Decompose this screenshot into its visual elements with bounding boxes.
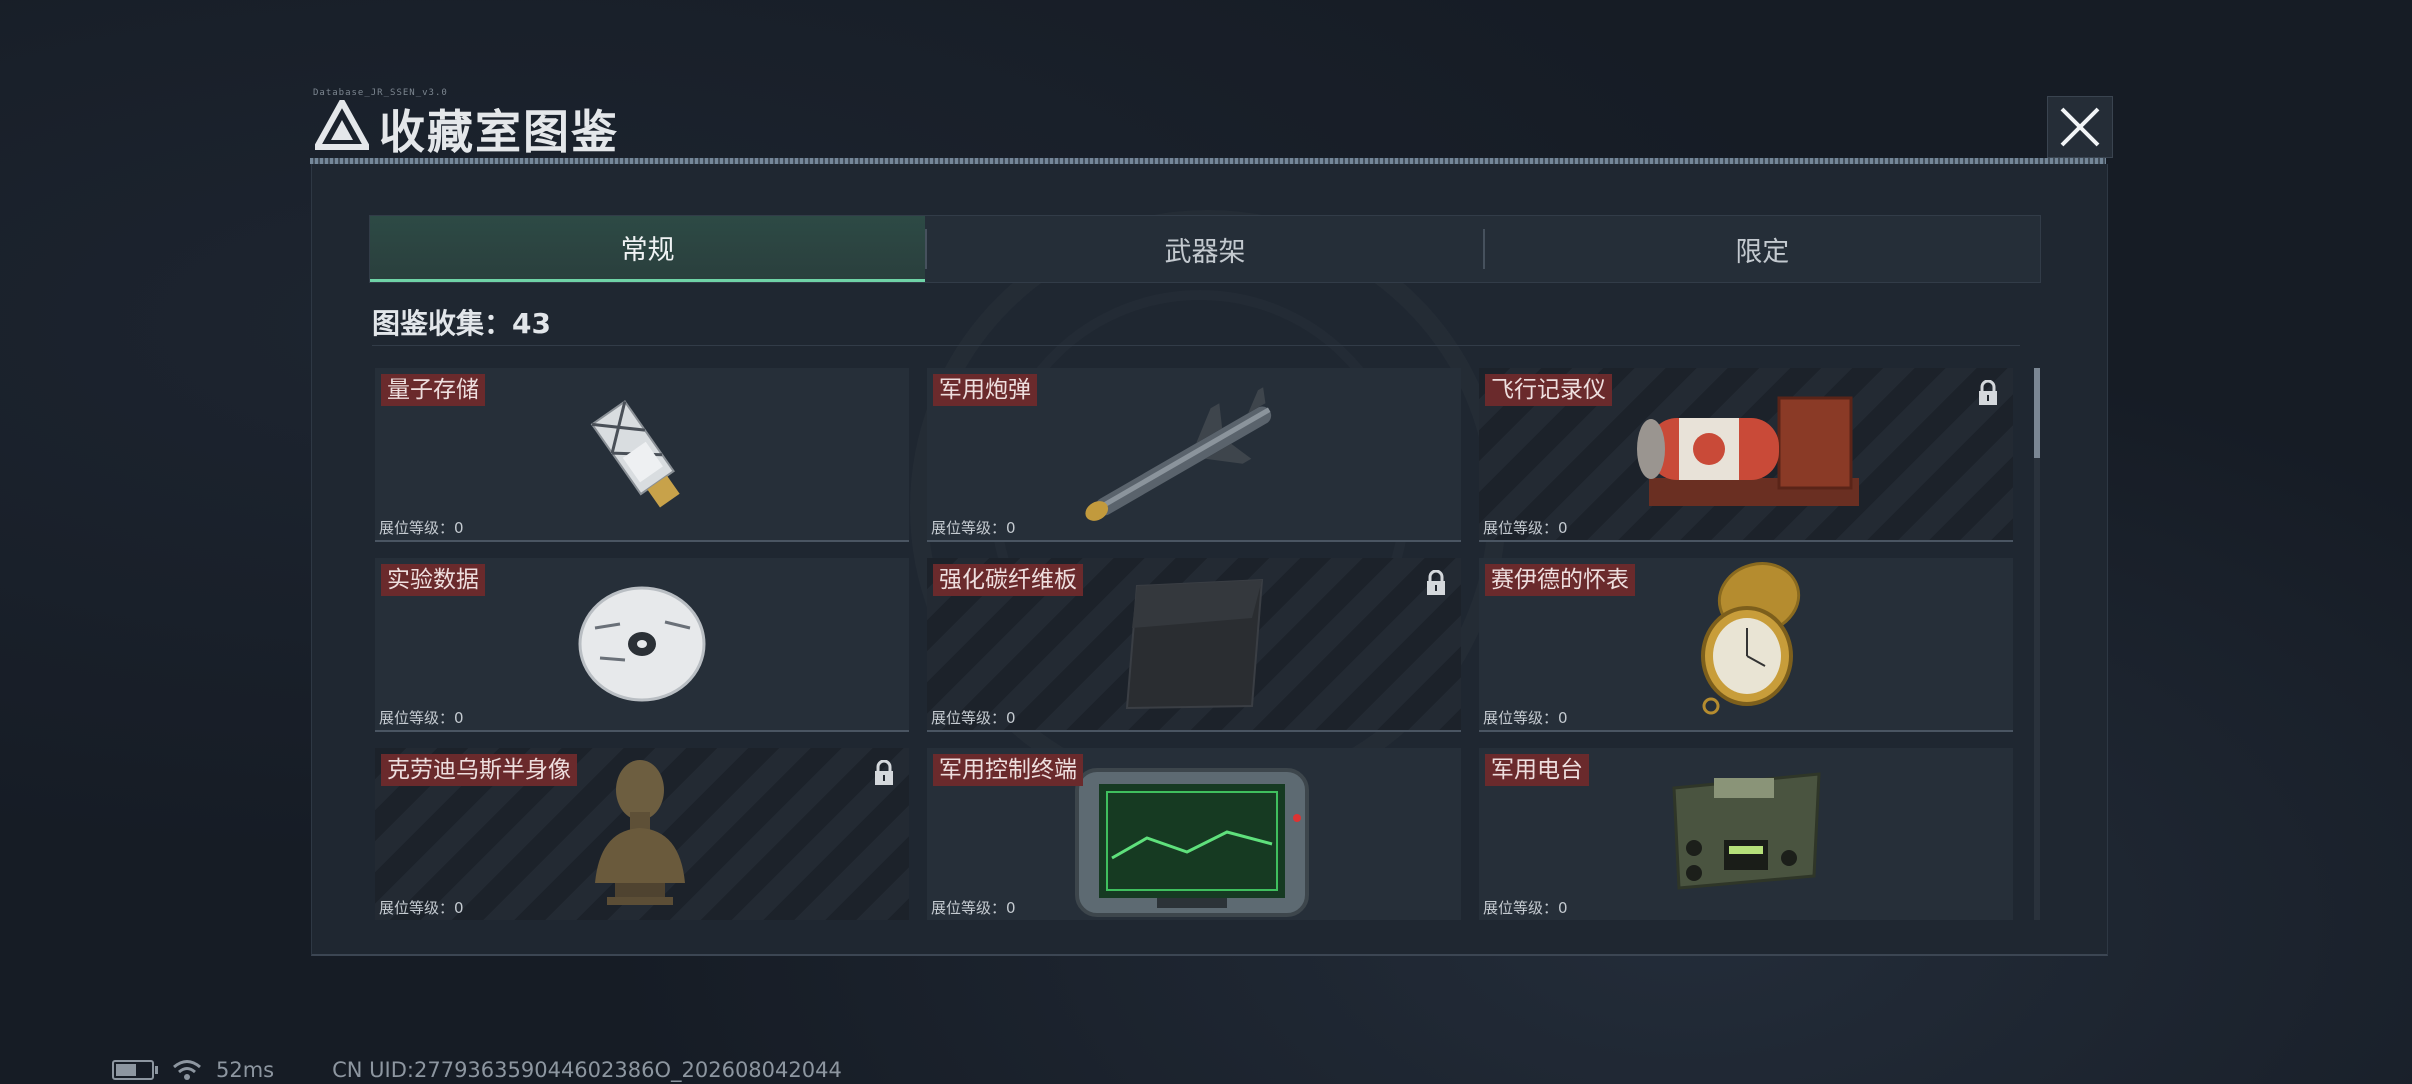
item-name: 军用电台	[1485, 754, 1589, 786]
page-title: 收藏室图鉴	[379, 105, 619, 159]
item-name: 赛伊德的怀表	[1485, 564, 1635, 596]
tab-limited[interactable]: 限定	[1485, 216, 2040, 282]
tab-bar: 常规 武器架 限定	[369, 215, 2041, 283]
grid-scrollbar[interactable]	[2034, 368, 2040, 920]
item-name: 军用炮弹	[933, 374, 1037, 406]
item-level: 展位等级：0	[379, 899, 464, 917]
tab-regular[interactable]: 常规	[370, 216, 926, 282]
item-name: 量子存储	[381, 374, 485, 406]
item-level: 展位等级：0	[1483, 709, 1568, 727]
wifi-icon	[173, 1060, 201, 1080]
uid-text: CN UID:277936359044602386O_202608042044	[332, 1058, 842, 1082]
item-name: 实验数据	[381, 564, 485, 596]
lock-icon	[1427, 570, 1445, 595]
logo-icon	[315, 100, 369, 150]
item-name: 军用控制终端	[933, 754, 1083, 786]
scroll-thumb[interactable]	[2034, 368, 2040, 458]
item-card-carbon-plate[interactable]: 强化碳纤维板 展位等级：0	[927, 558, 1461, 732]
item-card-flight-recorder[interactable]: 飞行记录仪 展位等级：0	[1479, 368, 2013, 542]
item-level: 展位等级：0	[379, 709, 464, 727]
item-level: 展位等级：0	[931, 519, 1016, 537]
close-button[interactable]	[2047, 96, 2113, 158]
item-level: 展位等级：0	[931, 709, 1016, 727]
item-level: 展位等级：0	[931, 899, 1016, 917]
lock-icon	[1979, 380, 1997, 405]
item-card-control-terminal[interactable]: 军用控制终端 展位等级：0	[927, 748, 1461, 920]
item-name: 飞行记录仪	[1485, 374, 1612, 406]
item-card-pocket-watch[interactable]: 赛伊德的怀表 展位等级：0	[1479, 558, 2013, 732]
lock-icon	[875, 760, 893, 785]
close-icon	[2060, 107, 2100, 147]
item-name: 强化碳纤维板	[933, 564, 1083, 596]
collection-grid: 量子存储 展位等级：0 军用炮弹 展位等级：0 飞行记录仪 展位等级：0 实验数…	[375, 368, 2019, 920]
item-name: 克劳迪乌斯半身像	[381, 754, 577, 786]
item-level: 展位等级：0	[1483, 899, 1568, 917]
tab-weapon-rack[interactable]: 武器架	[927, 216, 1482, 282]
item-card-military-shell[interactable]: 军用炮弹 展位等级：0	[927, 368, 1461, 542]
battery-icon	[112, 1060, 158, 1080]
item-card-military-radio[interactable]: 军用电台 展位等级：0	[1479, 748, 2013, 920]
status-bar: 52ms CN UID:277936359044602386O_20260804…	[112, 1058, 842, 1082]
item-level: 展位等级：0	[1483, 519, 1568, 537]
collection-count: 图鉴收集：43	[372, 307, 551, 340]
item-card-claudius-bust[interactable]: 克劳迪乌斯半身像 展位等级：0	[375, 748, 909, 920]
divider	[372, 345, 2020, 346]
ping-text: 52ms	[216, 1058, 275, 1082]
item-card-quantum-storage[interactable]: 量子存储 展位等级：0	[375, 368, 909, 542]
item-level: 展位等级：0	[379, 519, 464, 537]
window-header: Database_JR_SSEN_v3.0 收藏室图鉴	[307, 88, 2107, 162]
item-card-experiment-data[interactable]: 实验数据 展位等级：0	[375, 558, 909, 732]
